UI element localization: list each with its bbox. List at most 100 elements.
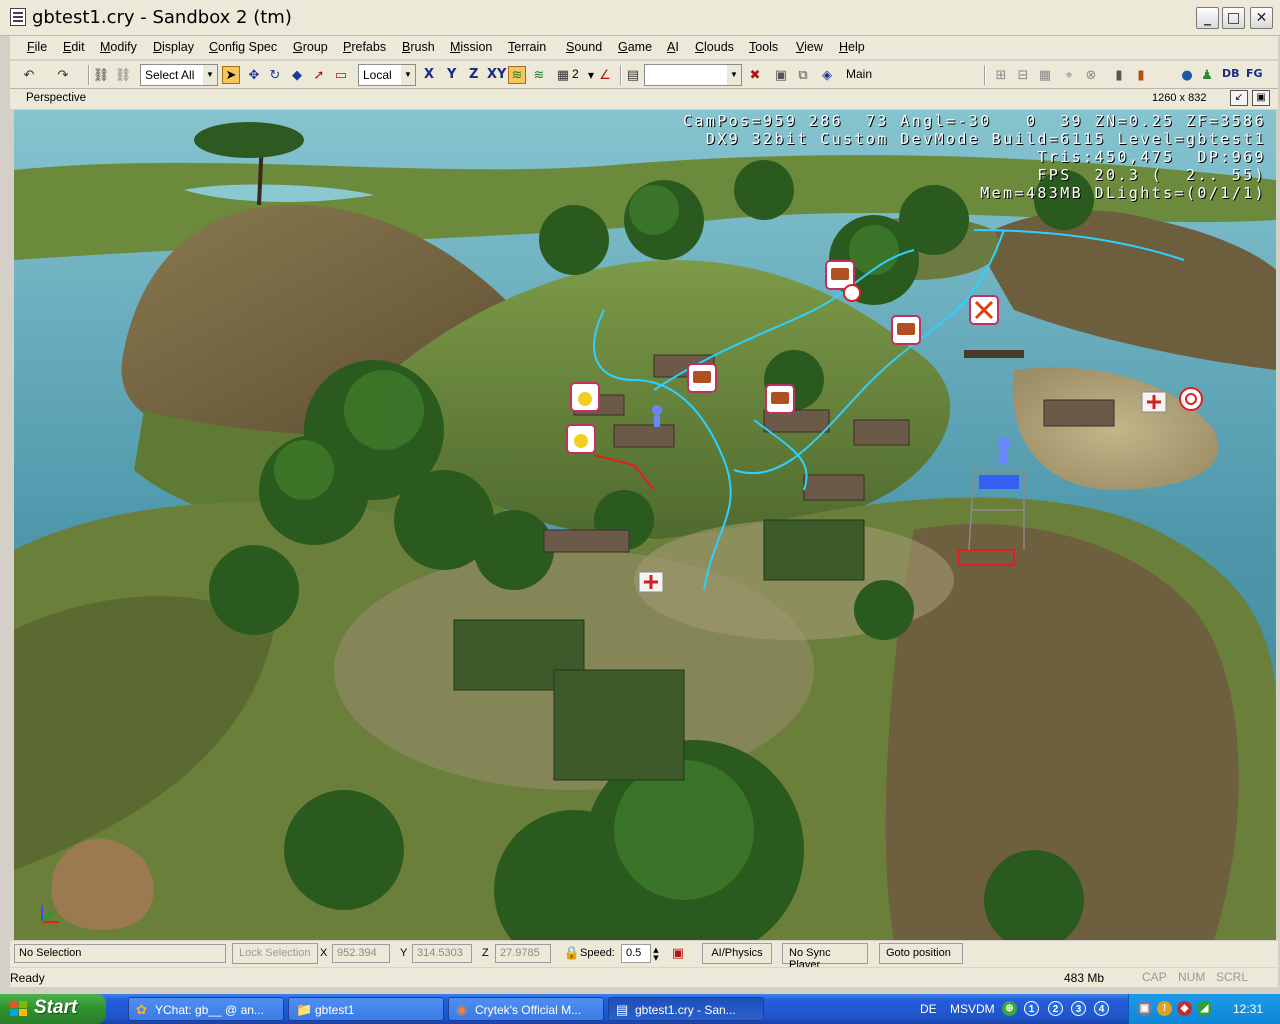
network-icon[interactable]: ⊕ [1002, 1001, 1017, 1016]
close-button[interactable]: ✕ [1250, 7, 1273, 29]
move-icon[interactable]: ✥ [245, 66, 263, 84]
character-icon[interactable]: ♟ [1198, 66, 1216, 84]
copy-objects-icon[interactable]: ⧉ [794, 66, 812, 84]
menu-edit[interactable]: Edit [63, 40, 85, 54]
layer-list-icon[interactable]: ▤ [624, 66, 642, 84]
start-button[interactable]: Start [0, 994, 106, 1024]
maximize-button[interactable]: □ [1222, 7, 1245, 29]
menu-help[interactable]: Help [839, 40, 865, 54]
hud-line: FPS 20.3 ( 2.. 55) [1037, 166, 1266, 184]
selection-bar: No Selection Lock Selection X 952.394 Y … [10, 941, 1278, 971]
viewport-options-icon[interactable]: ↙ [1230, 90, 1248, 106]
unlink-icon[interactable]: ⛓ [114, 66, 132, 84]
table-icon[interactable]: ▦ [1036, 66, 1054, 84]
menu-prefabs[interactable]: Prefabs [343, 40, 386, 54]
lock-icon[interactable]: 🔒 [563, 944, 581, 962]
physics-icon[interactable]: ⊗ [1082, 66, 1100, 84]
speed-field[interactable]: 0.5 [621, 944, 651, 963]
objects-icon[interactable]: ▣ [772, 66, 790, 84]
viewport-name[interactable]: Perspective [26, 92, 86, 104]
menu-tools[interactable]: Tools [749, 40, 778, 54]
badge-icon[interactable]: 2 [1048, 1001, 1063, 1016]
goto-position-button[interactable]: Goto position [879, 943, 963, 964]
menu-group[interactable]: Group [293, 40, 328, 54]
badge-icon[interactable]: 3 [1071, 1001, 1086, 1016]
language-indicator[interactable]: DE [920, 1002, 937, 1016]
select-arrow-icon[interactable]: ➤ [222, 66, 240, 84]
y-coordinate-field[interactable]: 314.5303 [412, 944, 472, 963]
security-icon[interactable]: ! [1157, 1001, 1172, 1016]
z-coordinate-field[interactable]: 27.9785 [495, 944, 551, 963]
angle-snap-icon[interactable]: ∠ [596, 66, 614, 84]
menu-clouds[interactable]: Clouds [695, 40, 734, 54]
lock-selection-button[interactable]: Lock Selection [232, 943, 318, 964]
task-label: gbtest1.cry - San... [635, 1003, 736, 1017]
menu-brush[interactable]: Brush [402, 40, 435, 54]
axis-z-button[interactable]: Z [469, 67, 478, 82]
select-region-icon[interactable]: ▭ [332, 66, 350, 84]
fg-button[interactable]: FG [1246, 67, 1263, 80]
align-icon[interactable]: ⊞ [992, 66, 1010, 84]
y-label: Y [400, 947, 408, 959]
rotate-icon[interactable]: ↻ [266, 66, 284, 84]
menu-mission[interactable]: Mission [450, 40, 492, 54]
minimize-button[interactable]: _ [1196, 7, 1219, 29]
scale-icon[interactable]: ◆ [288, 66, 306, 84]
layer-label[interactable]: Main [846, 67, 872, 81]
terrain-follow-icon[interactable]: ≋ [508, 66, 526, 84]
msvdm-label[interactable]: MSVDM [950, 1002, 995, 1016]
menu-view[interactable]: View [796, 40, 823, 54]
game-mode-icon[interactable]: ▣ [669, 944, 687, 962]
camera-icon[interactable]: ⌖ [1060, 66, 1078, 84]
undo-icon[interactable]: ↶ [20, 66, 38, 84]
menu-ai[interactable]: AI [667, 40, 679, 54]
menu-modify[interactable]: Modify [100, 40, 137, 54]
speed-label: Speed: [580, 947, 615, 959]
delete-selection-icon[interactable]: ✖ [746, 66, 764, 84]
select-all-combo[interactable]: Select All ▼ [140, 64, 218, 86]
axis-y-button[interactable]: Y [447, 67, 456, 82]
link-icon[interactable]: ⛓ [92, 66, 110, 84]
coord-system-combo[interactable]: Local ▼ [358, 64, 416, 86]
terrain-snap-icon[interactable]: ≋ [530, 66, 548, 84]
grid-icon[interactable]: ▦ [554, 66, 572, 84]
main-toolbar: ↶ ↷ ⛓ ⛓ Select All ▼ ➤ ✥ ↻ ◆ ➚ ▭ Local ▼… [10, 61, 1278, 89]
named-selection-combo[interactable]: ▼ [644, 64, 742, 86]
menu-game[interactable]: Game [618, 40, 652, 54]
globe-icon[interactable]: ● [1178, 66, 1196, 84]
menu-file[interactable]: File [27, 40, 47, 54]
align-grid-icon[interactable]: ⊟ [1014, 66, 1032, 84]
perspective-viewport[interactable]: CamPos=959 286 73 Angl=-30 0 39 ZN=0.25 … [14, 110, 1276, 940]
taskbar-item-browser[interactable]: ◉ Crytek's Official M... [448, 997, 604, 1021]
ai-physics-button[interactable]: AI/Physics [702, 943, 772, 964]
shield-icon[interactable]: ◆ [1177, 1001, 1192, 1016]
snap-value[interactable]: 2 [572, 67, 579, 81]
nvidia-icon[interactable]: ◢ [1197, 1001, 1212, 1016]
title-bar: gbtest1.cry - Sandbox 2 (tm) _ □ ✕ [0, 0, 1280, 36]
layers-icon[interactable]: ◈ [818, 66, 836, 84]
taskbar-item-sandbox[interactable]: ▤ gbtest1.cry - San... [608, 997, 764, 1021]
db-button[interactable]: DB [1222, 67, 1240, 80]
viewport-maximize-icon[interactable]: ▣ [1252, 90, 1270, 106]
script-icon[interactable]: ▮ [1132, 66, 1150, 84]
num-indicator: NUM [1178, 970, 1206, 984]
select-object-icon[interactable]: ➚ [310, 66, 328, 84]
no-sync-player-button[interactable]: No Sync Player [782, 943, 868, 971]
axis-xy-button[interactable]: XY [487, 67, 506, 82]
taskbar-item-ychat[interactable]: ✿ YChat: gb__ @ an... [128, 997, 284, 1021]
menu-display[interactable]: Display [153, 40, 194, 54]
redo-icon[interactable]: ↷ [54, 66, 72, 84]
x-coordinate-field[interactable]: 952.394 [332, 944, 390, 963]
menu-terrain[interactable]: Terrain [508, 40, 546, 54]
material-icon[interactable]: ▮ [1110, 66, 1128, 84]
menu-sound[interactable]: Sound [566, 40, 602, 54]
speed-spinner-icon[interactable]: ▲ ▼ [651, 945, 661, 963]
menu-config-spec[interactable]: Config Spec [209, 40, 277, 54]
taskbar-item-folder[interactable]: 📁 gbtest1 [288, 997, 444, 1021]
badge-icon[interactable]: 4 [1094, 1001, 1109, 1016]
axis-x-button[interactable]: X [424, 67, 434, 82]
clock[interactable]: 12:31 [1233, 1002, 1263, 1016]
viewport-header: Perspective 1260 x 832 ↙ ▣ [10, 89, 1278, 109]
monitor-icon[interactable]: ▣ [1137, 1001, 1152, 1016]
badge-icon[interactable]: 1 [1024, 1001, 1039, 1016]
